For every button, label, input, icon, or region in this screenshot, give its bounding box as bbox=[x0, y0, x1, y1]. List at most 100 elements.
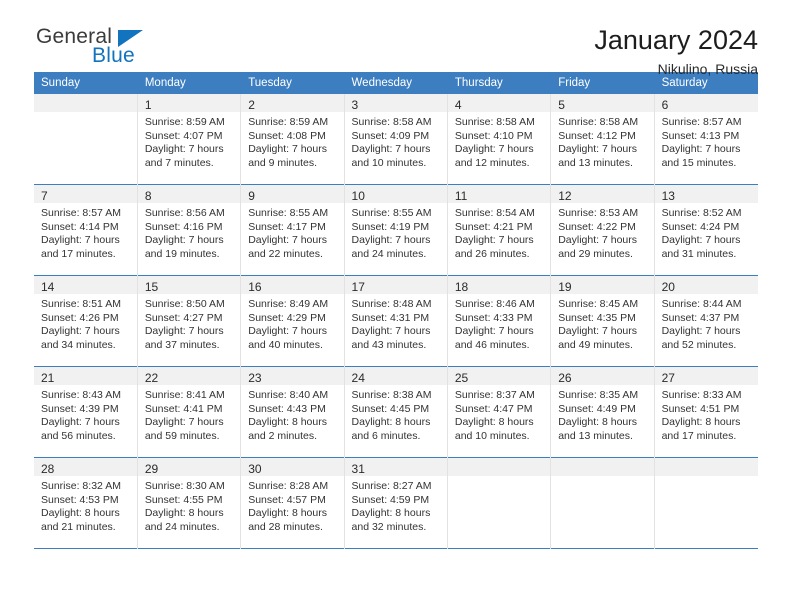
day-info-line: Sunset: 4:55 PM bbox=[144, 493, 223, 506]
day-cell[interactable]: 8 Sunrise: 8:56 AM Sunset: 4:16 PM Daylight… bbox=[137, 184, 242, 276]
calendar-week-row: 1 Sunrise: 8:59 AM Sunset: 4:07 PM Daylight… bbox=[34, 94, 758, 185]
day-cell[interactable]: 22 Sunrise: 8:41 AM Sunset: 4:41 PM Dayligh… bbox=[137, 366, 242, 458]
day-info-line: Sunrise: 8:58 AM bbox=[558, 116, 639, 128]
day-info-line: and 10 minutes. bbox=[351, 156, 427, 169]
day-cell[interactable]: 9 Sunrise: 8:55 AM Sunset: 4:17 PM Daylight… bbox=[240, 184, 345, 276]
day-cell[interactable]: 29 Sunrise: 8:30 AM Sunset: 4:55 PM Dayligh… bbox=[137, 457, 242, 549]
day-info-line: and 9 minutes. bbox=[248, 156, 318, 169]
day-info-line: Daylight: 7 hours bbox=[248, 325, 327, 338]
day-cell[interactable]: 15 Sunrise: 8:50 AM Sunset: 4:27 PM Dayligh… bbox=[137, 275, 242, 367]
day-cell[interactable]: 13 Sunrise: 8:52 AM Sunset: 4:24 PM Dayligh… bbox=[654, 184, 758, 276]
day-sun-info: Sunrise: 8:55 AM Sunset: 4:17 PM Daylight:… bbox=[241, 203, 343, 261]
day-info-line: Daylight: 7 hours bbox=[144, 234, 224, 247]
day-sun-info: Sunrise: 8:37 AM Sunset: 4:47 PM Daylight:… bbox=[448, 385, 550, 443]
day-cell[interactable]: 27 Sunrise: 8:33 AM Sunset: 4:51 PM Dayligh… bbox=[654, 366, 758, 458]
day-info-line: Daylight: 7 hours bbox=[661, 325, 741, 338]
calendar-page: General Blue January 2024 Nikulino, Russ… bbox=[0, 0, 792, 612]
day-cell[interactable]: 14 Sunrise: 8:51 AM Sunset: 4:26 PM Dayligh… bbox=[34, 275, 138, 367]
day-number: 5 bbox=[551, 94, 654, 112]
day-cell[interactable]: 11 Sunrise: 8:54 AM Sunset: 4:21 PM Dayligh… bbox=[447, 184, 552, 276]
day-cell[interactable]: 16 Sunrise: 8:49 AM Sunset: 4:29 PM Dayligh… bbox=[240, 275, 345, 367]
day-cell[interactable]: 4 Sunrise: 8:58 AM Sunset: 4:10 PM Daylight… bbox=[447, 94, 552, 185]
day-cell[interactable]: 23 Sunrise: 8:40 AM Sunset: 4:43 PM Dayligh… bbox=[240, 366, 345, 458]
day-info-line: Sunrise: 8:28 AM bbox=[248, 480, 329, 492]
calendar-week-row: 14 Sunrise: 8:51 AM Sunset: 4:26 PM Dayligh… bbox=[34, 275, 758, 367]
day-sun-info bbox=[655, 476, 758, 480]
day-info-line: Sunset: 4:33 PM bbox=[454, 311, 533, 324]
weekday-header-monday: Monday bbox=[137, 72, 242, 94]
day-cell[interactable]: 26 Sunrise: 8:35 AM Sunset: 4:49 PM Dayligh… bbox=[550, 366, 655, 458]
day-cell[interactable]: 25 Sunrise: 8:37 AM Sunset: 4:47 PM Dayligh… bbox=[447, 366, 552, 458]
day-sun-info: Sunrise: 8:35 AM Sunset: 4:49 PM Daylight:… bbox=[551, 385, 653, 443]
day-cell[interactable]: 21 Sunrise: 8:43 AM Sunset: 4:39 PM Dayligh… bbox=[34, 366, 138, 458]
day-cell[interactable]: 28 Sunrise: 8:32 AM Sunset: 4:53 PM Dayligh… bbox=[34, 457, 138, 549]
day-info-line: Sunrise: 8:44 AM bbox=[661, 298, 742, 310]
day-sun-info: Sunrise: 8:59 AM Sunset: 4:07 PM Daylight:… bbox=[138, 112, 240, 170]
day-info-line: and 19 minutes. bbox=[144, 247, 220, 260]
day-sun-info: Sunrise: 8:52 AM Sunset: 4:24 PM Daylight:… bbox=[655, 203, 758, 261]
day-info-line: Daylight: 8 hours bbox=[41, 507, 120, 520]
day-number: 14 bbox=[34, 276, 137, 294]
day-number: 26 bbox=[551, 367, 654, 385]
day-cell[interactable]: 18 Sunrise: 8:46 AM Sunset: 4:33 PM Dayligh… bbox=[447, 275, 552, 367]
day-number bbox=[447, 458, 551, 476]
day-info-line: Sunrise: 8:37 AM bbox=[454, 389, 535, 401]
day-number: 28 bbox=[34, 458, 137, 476]
day-cell[interactable]: 1 Sunrise: 8:59 AM Sunset: 4:07 PM Daylight… bbox=[137, 94, 242, 185]
day-info-line: Sunrise: 8:57 AM bbox=[661, 116, 742, 128]
day-cell[interactable]: 7 Sunrise: 8:57 AM Sunset: 4:14 PM Daylight… bbox=[34, 184, 138, 276]
day-info-line: and 49 minutes. bbox=[558, 338, 633, 351]
day-cell[interactable]: 10 Sunrise: 8:55 AM Sunset: 4:19 PM Dayligh… bbox=[344, 184, 448, 276]
day-cell[interactable]: 17 Sunrise: 8:48 AM Sunset: 4:31 PM Dayligh… bbox=[344, 275, 448, 367]
day-cell[interactable]: 3 Sunrise: 8:58 AM Sunset: 4:09 PM Daylight… bbox=[344, 94, 448, 185]
day-info-line: and 28 minutes. bbox=[248, 520, 323, 533]
day-cell[interactable]: 12 Sunrise: 8:53 AM Sunset: 4:22 PM Dayligh… bbox=[550, 184, 655, 276]
day-sun-info: Sunrise: 8:55 AM Sunset: 4:19 PM Daylight:… bbox=[345, 203, 447, 261]
day-sun-info bbox=[551, 476, 653, 480]
day-number: 22 bbox=[137, 367, 241, 385]
day-sun-info: Sunrise: 8:56 AM Sunset: 4:16 PM Daylight:… bbox=[138, 203, 240, 261]
day-info-line: and 15 minutes. bbox=[661, 156, 737, 169]
day-number: 9 bbox=[241, 185, 344, 203]
day-cell[interactable]: 2 Sunrise: 8:59 AM Sunset: 4:08 PM Daylight… bbox=[240, 94, 345, 185]
day-cell[interactable]: 30 Sunrise: 8:28 AM Sunset: 4:57 PM Dayligh… bbox=[240, 457, 345, 549]
day-info-line: Sunset: 4:51 PM bbox=[661, 402, 740, 415]
day-info-line: Daylight: 8 hours bbox=[248, 416, 327, 429]
day-number: 27 bbox=[654, 367, 758, 385]
day-info-line: Daylight: 7 hours bbox=[558, 234, 638, 247]
day-info-line: Daylight: 7 hours bbox=[661, 234, 741, 247]
day-info-line: Sunset: 4:49 PM bbox=[558, 402, 636, 415]
day-sun-info: Sunrise: 8:58 AM Sunset: 4:10 PM Daylight:… bbox=[448, 112, 550, 170]
day-info-line: Sunrise: 8:35 AM bbox=[558, 389, 639, 401]
day-info-line: Daylight: 8 hours bbox=[248, 507, 327, 520]
day-info-line: Daylight: 8 hours bbox=[351, 507, 431, 520]
day-cell[interactable]: 31 Sunrise: 8:27 AM Sunset: 4:59 PM Dayligh… bbox=[344, 457, 448, 549]
day-info-line: Sunset: 4:14 PM bbox=[41, 220, 119, 233]
day-sun-info: Sunrise: 8:43 AM Sunset: 4:39 PM Daylight:… bbox=[34, 385, 137, 443]
day-info-line: Sunrise: 8:43 AM bbox=[41, 389, 121, 401]
day-info-line: Sunset: 4:13 PM bbox=[661, 129, 740, 142]
day-number: 4 bbox=[447, 94, 551, 112]
day-cell[interactable]: 19 Sunrise: 8:45 AM Sunset: 4:35 PM Dayligh… bbox=[550, 275, 655, 367]
day-cell[interactable]: 6 Sunrise: 8:57 AM Sunset: 4:13 PM Daylight… bbox=[654, 94, 758, 185]
day-number: 11 bbox=[447, 185, 551, 203]
day-info-line: Sunset: 4:29 PM bbox=[248, 311, 326, 324]
calendar-week-row: 7 Sunrise: 8:57 AM Sunset: 4:14 PM Daylight… bbox=[34, 184, 758, 276]
day-info-line: Sunset: 4:22 PM bbox=[558, 220, 636, 233]
day-cell[interactable]: 20 Sunrise: 8:44 AM Sunset: 4:37 PM Dayligh… bbox=[654, 275, 758, 367]
day-cell[interactable]: 24 Sunrise: 8:38 AM Sunset: 4:45 PM Dayligh… bbox=[344, 366, 448, 458]
weekday-header-sunday: Sunday bbox=[34, 72, 138, 94]
day-cell[interactable]: 5 Sunrise: 8:58 AM Sunset: 4:12 PM Daylight… bbox=[550, 94, 655, 185]
day-sun-info bbox=[448, 476, 550, 480]
day-info-line: and 24 minutes. bbox=[351, 247, 427, 260]
day-info-line: Sunset: 4:27 PM bbox=[144, 311, 223, 324]
day-sun-info: Sunrise: 8:49 AM Sunset: 4:29 PM Daylight:… bbox=[241, 294, 343, 352]
day-info-line: Sunrise: 8:48 AM bbox=[351, 298, 432, 310]
day-sun-info: Sunrise: 8:50 AM Sunset: 4:27 PM Daylight:… bbox=[138, 294, 240, 352]
day-info-line: Sunset: 4:08 PM bbox=[248, 129, 326, 142]
day-cell-empty bbox=[447, 457, 552, 549]
day-info-line: and 31 minutes. bbox=[661, 247, 737, 260]
day-cell-empty bbox=[654, 457, 758, 549]
day-number: 30 bbox=[241, 458, 344, 476]
day-info-line: Daylight: 8 hours bbox=[144, 507, 224, 520]
